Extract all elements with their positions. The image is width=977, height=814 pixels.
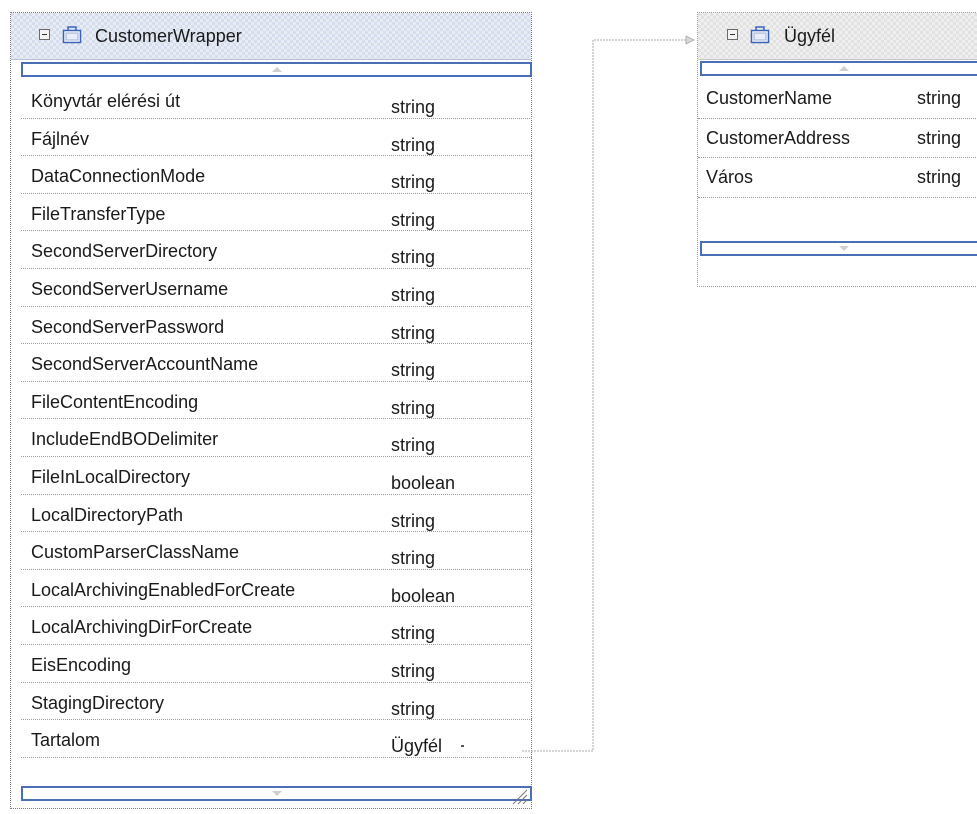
customerwrapper-attribute-list: Könyvtár elérési út string Fájlnév string Da… [21, 81, 532, 758]
attribute-row[interactable]: FileContentEncoding string [21, 382, 532, 420]
business-object-icon [750, 26, 770, 44]
attribute-row[interactable]: EisEncoding string [21, 645, 532, 683]
attribute-row[interactable]: LocalArchivingEnabledForCreate boolean [21, 570, 532, 608]
attribute-type: string [391, 97, 436, 117]
attribute-name: LocalArchivingDirForCreate [31, 617, 253, 638]
ugyfel-title: Ügyfél [784, 26, 836, 46]
attribute-name: LocalDirectoryPath [31, 504, 184, 525]
attribute-type: string [391, 172, 436, 193]
attribute-name: SecondServerPassword [31, 316, 225, 337]
attribute-row[interactable]: Fájlnév string [21, 119, 532, 157]
scroll-up-icon [271, 67, 282, 72]
attribute-type: string [917, 167, 962, 187]
attribute-type: string [391, 623, 436, 644]
connector-arrow-icon [685, 35, 695, 45]
ugyfel-attribute-list: CustomerName string CustomerAddress string V… [698, 79, 977, 198]
attribute-name: CustomerAddress [706, 127, 851, 148]
attribute-type: Ügyfél [391, 736, 443, 757]
attribute-name: EisEncoding [31, 654, 132, 675]
attribute-type: string [391, 698, 436, 719]
attribute-row[interactable]: Tartalom Ügyfél [21, 720, 532, 758]
attribute-type: string [391, 284, 436, 305]
attribute-name: SecondServerDirectory [31, 241, 218, 262]
attribute-type: boolean [391, 472, 456, 493]
attribute-name: StagingDirectory [31, 692, 165, 713]
attribute-name: SecondServerAccountName [31, 354, 259, 375]
attribute-type: string [391, 322, 436, 343]
attribute-name: Város [706, 167, 754, 187]
attribute-type: string [391, 510, 436, 531]
attribute-row[interactable]: CustomParserClassName string [21, 532, 532, 570]
attribute-row[interactable]: SecondServerAccountName string [21, 344, 532, 382]
scroll-up-icon [839, 66, 849, 71]
customerwrapper-title: CustomerWrapper [95, 26, 242, 46]
customerwrapper-box[interactable]: CustomerWrapper Könyvtár elérési út strin… [10, 12, 532, 809]
attribute-row[interactable]: Könyvtár elérési út string [21, 81, 532, 119]
attribute-name: IncludeEndBODelimiter [31, 429, 219, 450]
ugyfel-header[interactable]: Ügyfél [698, 13, 977, 60]
ugyfel-box[interactable]: Ügyfél CustomerName string CustomerAddress… [697, 12, 977, 287]
attribute-type: boolean [391, 585, 456, 606]
attribute-name: FileContentEncoding [31, 391, 199, 412]
connection-anchor [461, 745, 464, 747]
attribute-type: string [391, 134, 436, 155]
scroll-down-icon [271, 791, 282, 796]
attribute-row[interactable]: FileInLocalDirectory boolean [21, 457, 532, 495]
attribute-type: string [391, 360, 436, 381]
attribute-row[interactable]: CustomerAddress string [698, 119, 977, 158]
attribute-name: DataConnectionMode [31, 166, 206, 187]
collapse-icon[interactable] [727, 29, 738, 40]
attribute-type: string [391, 397, 436, 418]
attribute-row[interactable]: LocalDirectoryPath string [21, 495, 532, 533]
attribute-type: string [391, 209, 436, 230]
attribute-row[interactable]: Város string [698, 158, 977, 198]
attribute-row[interactable]: SecondServerDirectory string [21, 231, 532, 269]
attribute-row[interactable]: FileTransferType string [21, 194, 532, 232]
attribute-type: string [391, 660, 436, 681]
attribute-type: string [391, 247, 436, 268]
connector-line [522, 39, 686, 752]
attribute-row[interactable]: LocalArchivingDirForCreate string [21, 607, 532, 645]
attribute-name: FileTransferType [31, 203, 166, 224]
scroll-down-button[interactable] [21, 786, 532, 801]
attribute-type: string [391, 548, 436, 569]
attribute-row[interactable]: SecondServerUsername string [21, 269, 532, 307]
attribute-name: LocalArchivingEnabledForCreate [31, 579, 296, 600]
attribute-type: string [917, 127, 962, 148]
customerwrapper-header[interactable]: CustomerWrapper [11, 13, 531, 60]
attribute-name: FileInLocalDirectory [31, 466, 191, 487]
attribute-row[interactable]: DataConnectionMode string [21, 156, 532, 194]
attribute-row[interactable]: IncludeEndBODelimiter string [21, 419, 532, 457]
attribute-name: SecondServerUsername [31, 278, 229, 299]
attribute-type: string [391, 435, 436, 456]
attribute-name: Könyvtár elérési út [31, 91, 181, 111]
attribute-name: CustomParserClassName [31, 542, 240, 563]
attribute-row[interactable]: CustomerName string [698, 79, 977, 119]
attribute-row[interactable]: SecondServerPassword string [21, 307, 532, 345]
scroll-down-icon [839, 246, 849, 251]
collapse-icon[interactable] [39, 29, 50, 40]
attribute-name: Tartalom [31, 730, 101, 751]
business-object-icon [62, 26, 82, 44]
scroll-up-button[interactable] [700, 61, 977, 76]
resize-grip-icon[interactable] [510, 787, 528, 805]
scroll-up-button[interactable] [21, 62, 532, 77]
scroll-down-button[interactable] [700, 241, 977, 256]
attribute-name: CustomerName [706, 88, 833, 108]
attribute-type: string [917, 88, 962, 108]
attribute-row[interactable]: StagingDirectory string [21, 683, 532, 721]
attribute-name: Fájlnév [31, 128, 90, 149]
